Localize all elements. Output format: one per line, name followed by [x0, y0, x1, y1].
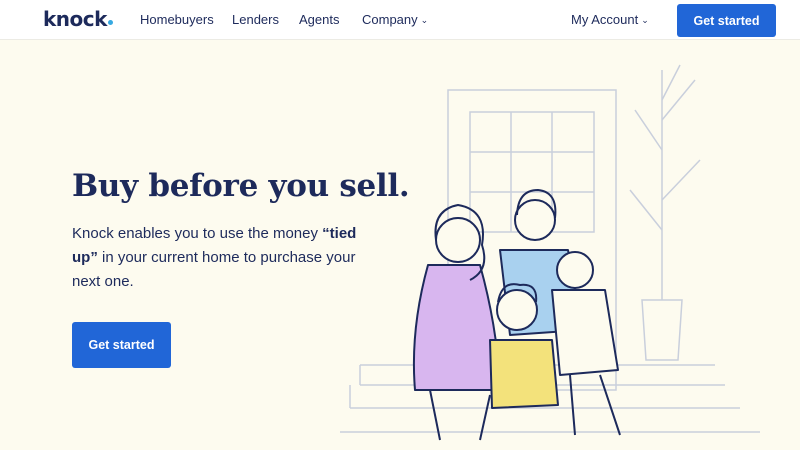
logo-text: knock: [43, 7, 107, 31]
nav-link-homebuyers[interactable]: Homebuyers: [140, 12, 214, 27]
chevron-down-icon: ⌄: [641, 15, 649, 25]
knock-logo[interactable]: knock: [43, 7, 113, 31]
top-navigation: knock Homebuyers Lenders Agents Company ⌄…: [0, 0, 800, 40]
family-figures: [412, 189, 621, 441]
logo-dot-icon: [107, 20, 113, 25]
hero-description-part-2: in your current home to purchase your ne…: [72, 249, 356, 290]
my-account-label: My Account: [571, 12, 639, 27]
get-started-button-nav[interactable]: Get started: [677, 4, 776, 37]
family-on-porch-illustration: [340, 64, 760, 441]
potted-tree-icon: [629, 64, 701, 361]
hero-description-part-1: Knock enables you to use the money: [72, 225, 323, 242]
get-started-button-hero[interactable]: Get started: [72, 322, 171, 368]
my-account-menu[interactable]: My Account ⌄: [571, 12, 649, 27]
nav-link-agents[interactable]: Agents: [299, 12, 339, 27]
chevron-down-icon: ⌄: [420, 15, 429, 25]
nav-link-company-label: Company: [362, 12, 418, 27]
nav-link-lenders[interactable]: Lenders: [232, 12, 279, 27]
nav-link-company[interactable]: Company ⌄: [362, 12, 428, 27]
